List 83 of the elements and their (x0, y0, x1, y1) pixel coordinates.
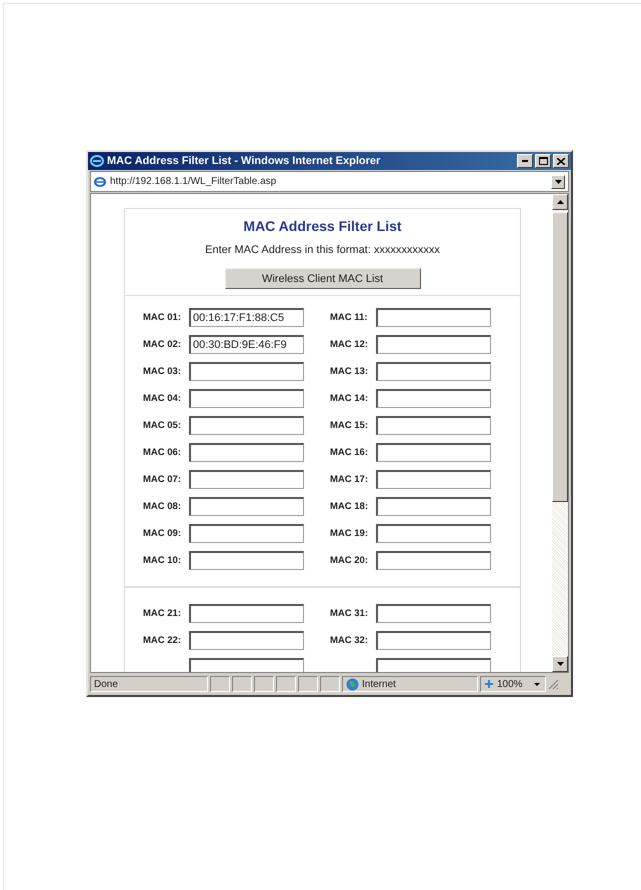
minimize-icon (522, 160, 528, 162)
field-label: MAC 09: (143, 528, 182, 539)
mac-input-field[interactable] (376, 308, 491, 327)
field-label: MAC 12: (330, 339, 370, 350)
mac-input-field[interactable] (189, 658, 304, 672)
status-panel (210, 676, 230, 692)
dropdown-button[interactable] (551, 174, 565, 188)
up-arrow-icon (556, 200, 564, 204)
mac-input-field[interactable] (189, 416, 304, 435)
status-panel (298, 676, 318, 692)
mac-input-field[interactable] (376, 470, 491, 489)
mac-input-field[interactable] (376, 362, 491, 381)
field-label: MAC 20: (330, 555, 370, 566)
status-text: Done (94, 678, 118, 690)
client-list-button[interactable]: Wireless Client MAC List (224, 268, 420, 289)
down-arrow-icon (554, 180, 562, 184)
field-label: MAC 08: (143, 501, 182, 512)
close-button[interactable] (553, 154, 569, 168)
window-title: MAC Address Filter List - Windows Internet Explorer (107, 155, 382, 167)
mac-input-field[interactable] (189, 604, 304, 623)
field-label: MAC 13: (330, 366, 370, 377)
field-label: MAC 04: (143, 393, 182, 404)
page-heading: MAC Address Filter List (243, 218, 402, 234)
address-bar[interactable]: http://192.168.1.1/WL_FilterTable.asp (90, 171, 569, 192)
field-label: MAC 06: (143, 447, 182, 458)
browser-logo-icon (90, 154, 104, 168)
mac-input-field[interactable] (376, 524, 491, 543)
mac-input-field[interactable] (376, 389, 491, 408)
status-panel (320, 676, 340, 692)
mac-input-field[interactable] (376, 658, 491, 672)
mac-input-field[interactable] (376, 604, 491, 623)
mac-input-field[interactable] (376, 443, 491, 462)
field-label: MAC 31: (330, 608, 370, 619)
mac-input-field[interactable]: 00:30:BD:9E:46:F9 (189, 335, 304, 354)
mac-input-field[interactable]: 00:16:17:F1:88:C5 (189, 308, 304, 327)
field-label: MAC 03: (143, 366, 182, 377)
status-panel (232, 676, 252, 692)
field-label: MAC 01: (143, 312, 182, 323)
field-label: MAC 07: (143, 474, 182, 485)
field-label: MAC 21: (143, 608, 182, 619)
page-icon (94, 176, 106, 188)
caret-icon[interactable] (534, 682, 540, 686)
field-label: MAC 32: (330, 635, 370, 646)
scroll-up-button[interactable] (552, 194, 568, 210)
field-label: MAC 18: (330, 501, 370, 512)
field-label: MAC 15: (330, 420, 370, 431)
resize-grip-icon[interactable] (548, 678, 559, 690)
field-label: MAC 05: (143, 420, 182, 431)
mac-input-field[interactable] (189, 443, 304, 462)
status-panel (254, 676, 274, 692)
mac-input-field[interactable] (189, 470, 304, 489)
field-label: MAC 19: (330, 528, 370, 539)
maximize-icon (538, 157, 548, 165)
instruction-text: Enter MAC Address in this format: xxxxxxxxxxxx (205, 244, 440, 256)
close-icon (557, 158, 565, 164)
scroll-thumb[interactable] (552, 212, 568, 502)
mac-input-field[interactable] (376, 335, 491, 354)
scroll-down-button[interactable] (552, 656, 568, 672)
mac-input-field[interactable] (189, 631, 304, 650)
status-panel (276, 676, 296, 692)
address-text: http://192.168.1.1/WL_FilterTable.asp (110, 176, 278, 187)
mac-input-field[interactable] (376, 631, 491, 650)
scrollbar[interactable] (552, 194, 568, 672)
down-arrow-icon (556, 662, 564, 666)
minimize-button[interactable] (517, 154, 533, 168)
mac-input-field[interactable] (189, 362, 304, 381)
field-label: MAC 14: (330, 393, 370, 404)
globe-icon (346, 678, 359, 690)
field-label: MAC 10: (143, 555, 182, 566)
mac-input-field[interactable] (189, 389, 304, 408)
field-label: MAC 17: (330, 474, 370, 485)
mac-input-field[interactable] (189, 551, 304, 570)
field-label: MAC 02: (143, 339, 182, 350)
zone-text: Internet (362, 678, 396, 690)
field-label: MAC 11: (330, 312, 368, 323)
mac-input-field[interactable] (376, 497, 491, 516)
field-label: MAC 22: (143, 635, 182, 646)
mac-input-field[interactable] (189, 497, 304, 516)
mac-input-field[interactable] (189, 524, 304, 543)
mac-input-field[interactable] (376, 416, 491, 435)
field-label: MAC 16: (330, 447, 370, 458)
maximize-button[interactable] (535, 154, 551, 168)
mac-input-field[interactable] (376, 551, 491, 570)
